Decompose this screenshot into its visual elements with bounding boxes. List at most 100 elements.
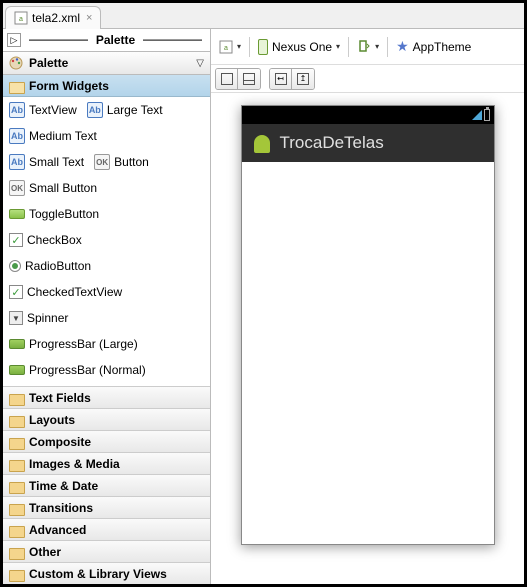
chevron-down-icon: ▾ [237,42,241,51]
palette-icon [9,56,23,70]
tab-bar: a tela2.xml × [3,3,524,29]
layout-toolbar: ↤ ↥ [211,65,524,93]
category-advanced[interactable]: Advanced [3,518,210,540]
widget-textview[interactable]: AbTextView [9,102,77,118]
svg-text:a: a [19,16,23,23]
category-composite[interactable]: Composite [3,430,210,452]
phone-icon [258,39,268,55]
app-title: TrocaDeTelas [280,133,384,153]
folder-icon [9,568,23,580]
palette-header: ▷ Palette [3,29,210,51]
spinner-icon: ▼ [9,311,23,325]
divider [348,37,349,57]
device-canvas[interactable]: TrocaDeTelas [211,93,524,584]
orientation-dropdown[interactable]: ▾ [357,35,379,59]
widget-small-text[interactable]: AbSmall Text [9,154,84,170]
star-icon: ★ [396,38,409,55]
widget-list: AbTextView AbLarge Text AbMedium Text Ab… [3,97,210,386]
widget-button[interactable]: OKButton [94,154,149,170]
folder-icon [9,546,23,558]
widget-large-text[interactable]: AbLarge Text [87,102,163,118]
arrow-v-icon: ↥ [297,73,309,85]
editor-tab[interactable]: a tela2.xml × [5,6,101,29]
fit-width-button[interactable]: ↤ [270,69,292,89]
category-label: Form Widgets [29,79,109,93]
phone-statusbar [242,106,494,124]
folder-icon [9,392,23,404]
folder-icon [9,524,23,536]
divider [387,37,388,57]
widget-checkbox[interactable]: ✓CheckBox [9,233,82,247]
design-panel: a ▾ Nexus One ▾ ▾ ★ AppTheme [211,29,524,584]
battery-icon [484,109,490,121]
theme-dropdown[interactable]: ★ AppTheme [396,35,471,59]
folder-icon [9,414,23,426]
arrow-h-icon: ↤ [275,73,287,85]
view-multi-button[interactable] [238,69,260,89]
divider [249,37,250,57]
stripes-icon [243,73,255,85]
config-dropdown[interactable]: a ▾ [219,35,241,59]
widget-spinner[interactable]: ▼Spinner [9,311,68,325]
textview-icon: Ab [9,154,25,170]
palette-selector-label: Palette [29,56,196,70]
textview-icon: Ab [9,102,25,118]
theme-name: AppTheme [413,40,472,54]
widget-progress-large[interactable]: ProgressBar (Large) [9,337,138,351]
category-layouts[interactable]: Layouts [3,408,210,430]
category-other[interactable]: Other [3,540,210,562]
tab-filename: tela2.xml [32,11,80,25]
phone-content[interactable] [242,162,494,544]
phone-actionbar: TrocaDeTelas [242,124,494,162]
divider [29,39,88,41]
widget-progress-normal[interactable]: ProgressBar (Normal) [9,363,146,377]
category-transitions[interactable]: Transitions [3,496,210,518]
button-icon: OK [94,154,110,170]
chevron-down-icon: ▾ [375,42,379,51]
textview-icon: Ab [87,102,103,118]
progress-icon [9,365,25,375]
chevron-down-icon: ▽ [196,58,204,69]
category-form-widgets[interactable]: Form Widgets [3,75,210,97]
toggle-icon [9,209,25,219]
radio-icon [9,260,21,272]
signal-icon [472,110,482,120]
phone-preview: TrocaDeTelas [241,105,495,545]
category-custom-library[interactable]: Custom & Library Views [3,562,210,584]
divider [143,39,202,41]
widget-checked-textview[interactable]: ✓CheckedTextView [9,285,122,299]
android-icon [252,133,272,153]
folder-icon [9,480,23,492]
textview-icon: Ab [9,128,25,144]
widget-radio-button[interactable]: RadioButton [9,259,91,273]
folder-icon [9,502,23,514]
progress-icon [9,339,25,349]
category-text-fields[interactable]: Text Fields [3,386,210,408]
checkbox-icon: ✓ [9,285,23,299]
size-mode-group: ↤ ↥ [269,68,315,90]
device-dropdown[interactable]: Nexus One ▾ [258,35,340,59]
category-images-media[interactable]: Images & Media [3,452,210,474]
close-icon[interactable]: × [86,12,92,24]
design-toolbar: a ▾ Nexus One ▾ ▾ ★ AppTheme [211,29,524,65]
widget-toggle-button[interactable]: ToggleButton [9,207,99,221]
category-time-date[interactable]: Time & Date [3,474,210,496]
widget-small-button[interactable]: OKSmall Button [9,180,97,196]
palette-title: Palette [92,33,139,47]
widget-medium-text[interactable]: AbMedium Text [9,128,97,144]
fit-height-button[interactable]: ↥ [292,69,314,89]
chevron-down-icon: ▾ [336,42,340,51]
folder-icon [9,436,23,448]
rect-icon [221,73,233,85]
device-name: Nexus One [272,40,332,54]
palette-selector[interactable]: Palette ▽ [3,51,210,75]
view-mode-group [215,68,261,90]
folder-open-icon [9,80,23,92]
xml-file-icon: a [14,11,28,25]
collapse-toggle[interactable]: ▷ [7,33,21,47]
checkbox-icon: ✓ [9,233,23,247]
button-icon: OK [9,180,25,196]
view-single-button[interactable] [216,69,238,89]
folder-icon [9,458,23,470]
palette-panel: ▷ Palette Palette ▽ Form Widgets AbTextV… [3,29,211,584]
